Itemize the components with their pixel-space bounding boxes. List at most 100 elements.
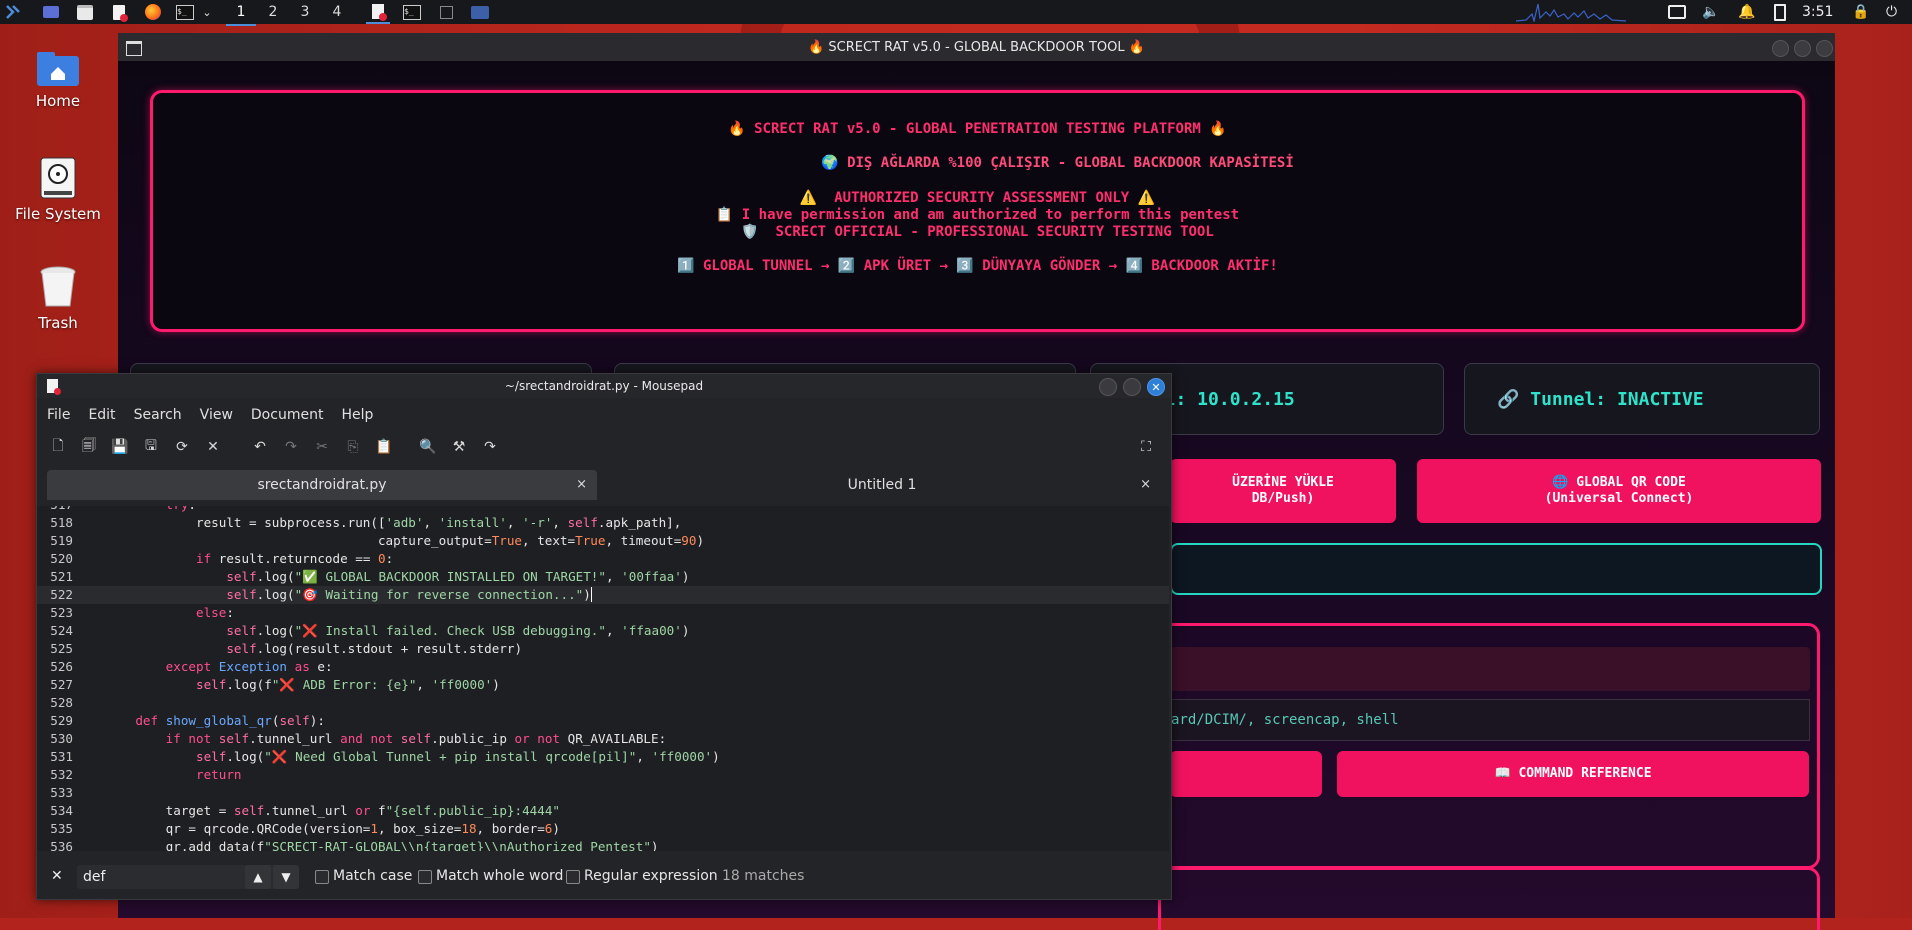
output-panel (1158, 867, 1820, 930)
reload-icon[interactable]: ⟳ (173, 438, 191, 456)
mousepad-app-icon (47, 379, 61, 395)
match-count: 18 matches (722, 868, 805, 884)
window-menu-icon[interactable] (126, 41, 142, 56)
banner-permission: 📋 I have permission and am authorized to… (715, 207, 1240, 223)
banner-panel: 🔥 SCRECT RAT v5.0 - GLOBAL PENETRATION T… (150, 90, 1805, 332)
paste-icon[interactable]: 📋 (375, 438, 393, 456)
find-previous-button[interactable]: ▲ (245, 865, 271, 889)
menu-search[interactable]: Search (124, 404, 190, 426)
find-query: def (83, 869, 106, 885)
chevron-down-icon[interactable]: ⌄ (200, 2, 214, 22)
workspace-1[interactable]: 1 (226, 0, 256, 26)
search-icon[interactable]: 🔍 (419, 438, 437, 456)
send-command-button[interactable] (1170, 751, 1322, 797)
code-line: 535 qr = qrcode.QRCode(version=1, box_si… (50, 821, 560, 836)
match-case-label: Match case (333, 868, 413, 884)
close-button[interactable]: ✕ (1147, 378, 1165, 396)
save-as-icon[interactable]: 🖫 (142, 438, 160, 456)
text-editor-icon[interactable] (108, 2, 130, 22)
install-button-line2: DB/Push) (1251, 491, 1315, 506)
workspace-4[interactable]: 4 (322, 0, 352, 24)
command-input[interactable]: ard/DCIM/, screencap, shell (1170, 699, 1810, 741)
command-reference-label: 📖 COMMAND REFERENCE (1494, 766, 1652, 781)
menu-document[interactable]: Document (241, 404, 332, 426)
tab-close-icon[interactable]: × (576, 477, 587, 492)
install-target-button[interactable]: ÜZERİNE YÜKLE DB/Push) (1170, 459, 1396, 523)
volume-icon[interactable]: 🔈 (1702, 0, 1719, 24)
close-document-icon[interactable]: ✕ (204, 438, 222, 456)
qr-button-line2: (Universal Connect) (1544, 491, 1694, 506)
desktop-icon-label: Home (35, 92, 81, 110)
desktop-icon-trash[interactable]: Trash (3, 266, 113, 332)
menu-edit[interactable]: Edit (78, 404, 123, 426)
close-find-icon[interactable]: ✕ (51, 868, 63, 884)
desktop-icon-home[interactable]: Home (3, 52, 113, 110)
clock[interactable]: 3:51 (1802, 0, 1833, 24)
match-case-checkbox[interactable] (315, 870, 329, 884)
minimize-button[interactable] (1772, 40, 1789, 57)
notification-bell-icon[interactable]: 🔔 (1738, 0, 1755, 24)
tab-close-icon[interactable]: × (1140, 477, 1151, 492)
banner-official: 🛡️ SCRECT OFFICIAL - PROFESSIONAL SECURI… (741, 224, 1214, 240)
taskbar-rat-icon[interactable] (468, 2, 492, 22)
command-hint: ard/DCIM/, screencap, shell (1171, 712, 1399, 728)
terminal-icon[interactable]: $_ (174, 2, 196, 22)
new-window-icon[interactable]: 🗐 (80, 438, 98, 456)
taskbar-window-icon[interactable] (434, 2, 458, 22)
home-folder-icon (37, 52, 79, 86)
taskbar-terminal-icon[interactable]: $_ (400, 2, 424, 22)
display-icon[interactable] (1668, 0, 1686, 24)
cut-icon[interactable]: ✂ (313, 438, 331, 456)
fullscreen-icon[interactable]: ⛶ (1137, 438, 1155, 456)
code-line: 532 return (50, 767, 242, 782)
firefox-icon[interactable] (142, 2, 164, 22)
menu-file[interactable]: File (37, 404, 78, 426)
menu-help[interactable]: Help (331, 404, 381, 426)
code-line: 519 capture_output=True, text=True, time… (50, 533, 705, 548)
power-icon[interactable]: ⏻ (1886, 0, 1897, 24)
find-replace-icon[interactable]: ⚒ (450, 438, 468, 456)
tab-label: srectandroidrat.py (257, 477, 387, 493)
code-editor[interactable]: 517 try: 518 result = subprocess.run(['a… (37, 506, 1169, 851)
global-qr-button[interactable]: 🌐 GLOBAL QR CODE (Universal Connect) (1417, 459, 1821, 523)
undo-icon[interactable]: ↶ (251, 438, 269, 456)
file-manager-icon[interactable] (74, 2, 96, 22)
minimize-button[interactable] (1099, 378, 1117, 396)
code-line: 526 except Exception as e: (50, 659, 333, 674)
banner-steps: 1️⃣ GLOBAL TUNNEL → 2️⃣ APK ÜRET → 3️⃣ D… (677, 258, 1278, 274)
tab-srectandroidrat[interactable]: srectandroidrat.py × (47, 470, 597, 500)
tab-untitled-1[interactable]: Untitled 1 × (603, 470, 1161, 500)
code-line-current: 522 self.log("🎯 Waiting for reverse conn… (37, 586, 1169, 604)
code-line: 520 if result.returncode == 0: (50, 551, 394, 566)
desktop-icon-label: File System (15, 205, 101, 223)
mousepad-window: ~/srectandroidrat.py - Mousepad ✕ File E… (36, 373, 1172, 900)
redo-icon[interactable]: ↷ (282, 438, 300, 456)
find-next-button[interactable]: ▼ (273, 865, 299, 889)
find-bar: ✕ def ▲ ▼ Match case Match whole word Re… (37, 859, 1171, 895)
app-menu-icon[interactable] (2, 2, 24, 22)
workspace-3[interactable]: 3 (290, 0, 320, 24)
go-to-line-icon[interactable]: ↷ (481, 438, 499, 456)
install-button-line1: ÜZERİNE YÜKLE (1232, 475, 1334, 490)
close-button[interactable] (1816, 40, 1833, 57)
code-line: 534 target = self.tunnel_url or f"{self.… (50, 803, 560, 818)
code-line: 523 else: (50, 605, 234, 620)
new-document-icon[interactable]: 🗋 (49, 438, 67, 456)
rat-window-titlebar[interactable]: 🔥 SCRECT RAT v5.0 - GLOBAL BACKDOOR TOOL… (118, 33, 1835, 61)
desktop-icon-filesystem[interactable]: File System (3, 157, 113, 223)
lock-icon[interactable]: 🔒 (1852, 0, 1869, 24)
menu-view[interactable]: View (190, 404, 241, 426)
mousepad-titlebar[interactable]: ~/srectandroidrat.py - Mousepad ✕ (37, 374, 1171, 398)
taskbar-mousepad-icon[interactable] (366, 0, 390, 24)
save-icon[interactable]: 💾 (111, 438, 129, 456)
regex-checkbox[interactable] (566, 870, 580, 884)
match-whole-word-checkbox[interactable] (418, 870, 432, 884)
command-reference-button[interactable]: 📖 COMMAND REFERENCE (1337, 751, 1809, 797)
copy-icon[interactable]: ⎘ (344, 438, 362, 456)
battery-icon[interactable] (1774, 0, 1786, 24)
workspace-2[interactable]: 2 (258, 0, 288, 24)
maximize-button[interactable] (1794, 40, 1811, 57)
code-line: 525 self.log(result.stdout + result.stde… (50, 641, 523, 656)
maximize-button[interactable] (1123, 378, 1141, 396)
show-desktop-icon[interactable] (40, 2, 62, 22)
